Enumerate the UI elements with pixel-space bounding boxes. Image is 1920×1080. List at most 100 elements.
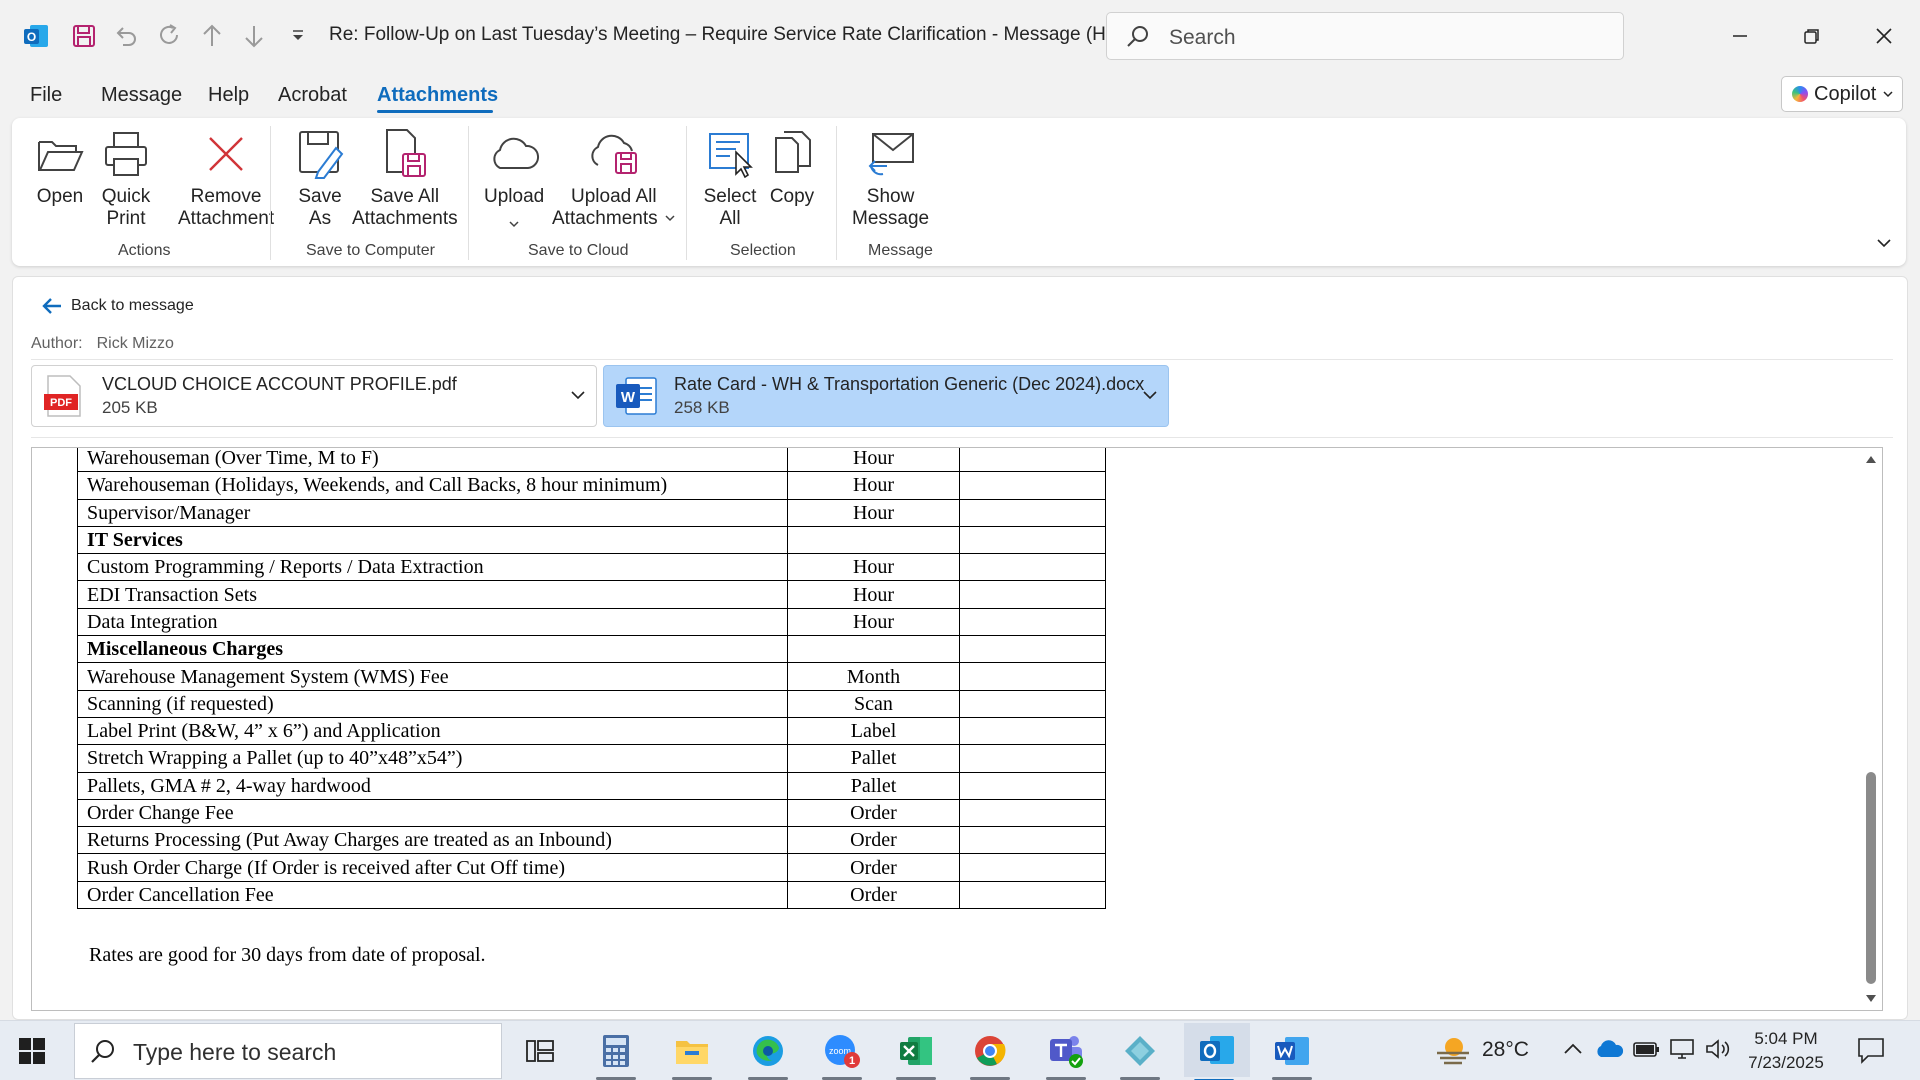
title-bar: O Re: Follow-Up on Last Tuesday’s Meetin… <box>0 0 1920 72</box>
clock-date: 7/23/2025 <box>1748 1053 1824 1072</box>
unit-cell: Order <box>787 880 960 910</box>
notifications-icon[interactable] <box>1856 1035 1886 1070</box>
group-label-save-to-computer: Save to Computer <box>306 242 435 259</box>
active-tab-indicator <box>377 110 493 113</box>
quick-print-button[interactable]: Quick Print <box>98 128 154 229</box>
scrollbar-thumb[interactable] <box>1866 772 1876 984</box>
task-view-icon[interactable] <box>510 1027 570 1075</box>
upload-all-label-2: Attachments <box>552 208 658 229</box>
edge-browser-icon[interactable] <box>738 1027 798 1080</box>
volume-speaker-icon[interactable] <box>1704 1037 1732 1066</box>
undo-icon[interactable] <box>108 18 144 54</box>
app-diamond-icon[interactable] <box>1110 1027 1170 1080</box>
restore-button[interactable] <box>1792 18 1832 54</box>
cloud-icon <box>486 128 542 180</box>
select-all-button[interactable]: Select All <box>702 128 758 228</box>
unit-cell: Hour <box>787 448 960 473</box>
unit-cell: Pallet <box>787 744 960 773</box>
calculator-app-icon[interactable] <box>586 1027 646 1080</box>
file-explorer-icon[interactable] <box>662 1027 722 1080</box>
save-as-button[interactable]: Save As <box>292 128 348 228</box>
attachment-menu-chevron-icon[interactable] <box>1142 388 1158 406</box>
excel-app-icon[interactable] <box>886 1027 946 1080</box>
close-button[interactable] <box>1864 18 1904 54</box>
service-cell: EDI Transaction Sets <box>77 580 788 609</box>
tab-file[interactable]: File <box>30 84 62 107</box>
quick-print-label-2: Print <box>106 208 146 229</box>
upload-button[interactable]: Upload <box>484 128 544 230</box>
document-preview[interactable]: Warehouseman (Over Time, M to F) Hour Ware… <box>31 447 1883 1011</box>
rate-cell <box>959 853 1106 882</box>
tab-acrobat[interactable]: Acrobat <box>278 84 347 107</box>
svg-text:PDF: PDF <box>50 397 72 409</box>
copy-button[interactable]: Copy <box>764 128 820 214</box>
scroll-down-arrow-icon[interactable] <box>1865 994 1877 1004</box>
battery-icon[interactable] <box>1632 1037 1660 1066</box>
word-app-icon[interactable] <box>1262 1027 1322 1080</box>
unit-cell: Hour <box>787 498 960 527</box>
folder-open-icon <box>32 128 88 180</box>
onedrive-cloud-icon[interactable] <box>1594 1037 1624 1066</box>
taskbar-search-input[interactable]: Type here to search <box>74 1023 502 1079</box>
system-clock[interactable]: 5:04 PM 7/23/2025 <box>1740 1027 1832 1075</box>
attachment-pdf[interactable]: PDF VCLOUD CHOICE ACCOUNT PROFILE.pdf 20… <box>31 365 597 427</box>
tab-message[interactable]: Message <box>101 84 182 107</box>
redo-icon[interactable] <box>152 18 188 54</box>
tab-help[interactable]: Help <box>208 84 249 107</box>
attachment-menu-chevron-icon[interactable] <box>570 388 586 406</box>
rate-cell <box>959 471 1106 500</box>
save-icon[interactable] <box>66 18 102 54</box>
network-icon[interactable] <box>1668 1037 1696 1066</box>
unit-cell <box>787 635 960 664</box>
tab-attachments[interactable]: Attachments <box>377 84 498 107</box>
upload-all-attachments-button[interactable]: Upload All Attachments <box>552 128 676 229</box>
table-row: EDI Transaction Sets Hour <box>77 580 1106 609</box>
weather-icon[interactable] <box>1434 1033 1472 1072</box>
copilot-button[interactable]: Copilot <box>1781 76 1903 112</box>
chrome-browser-icon[interactable] <box>960 1027 1020 1080</box>
select-all-icon <box>702 128 758 180</box>
remove-x-icon <box>198 128 254 180</box>
back-to-message-link[interactable]: Back to message <box>41 297 194 315</box>
attachment-size: 258 KB <box>674 398 730 417</box>
upload-label: Upload <box>484 186 545 207</box>
show-hidden-icons-chevron-up-icon[interactable] <box>1562 1037 1584 1066</box>
start-button[interactable] <box>18 1037 46 1070</box>
outlook-taskbar-icon[interactable] <box>1184 1023 1250 1080</box>
author-name: Rick Mizzo <box>96 335 174 352</box>
rate-cell <box>959 525 1106 555</box>
save-all-attachments-button[interactable]: Save All Attachments <box>352 128 458 228</box>
weather-temperature[interactable]: 28°C <box>1482 1038 1529 1062</box>
service-cell: Warehouseman (Holidays, Weekends, and Ca… <box>77 471 788 500</box>
copilot-icon <box>1792 86 1808 102</box>
next-item-icon[interactable] <box>236 18 272 54</box>
zoom-app-icon[interactable]: zoom 1 <box>812 1027 872 1080</box>
unit-cell: Hour <box>787 607 960 637</box>
table-row: Warehouseman (Over Time, M to F) Hour <box>77 448 1106 473</box>
rate-cell <box>959 607 1106 637</box>
search-input[interactable]: Search <box>1106 12 1624 60</box>
svg-text:1: 1 <box>849 1055 855 1067</box>
unit-cell: Month <box>787 662 960 691</box>
minimize-button[interactable] <box>1720 18 1760 54</box>
group-label-message: Message <box>868 242 933 259</box>
attachment-size: 205 KB <box>102 398 158 417</box>
rate-cell <box>959 498 1106 527</box>
vertical-scrollbar[interactable] <box>1860 448 1882 1010</box>
ribbon-separator <box>686 126 687 260</box>
scroll-up-arrow-icon[interactable] <box>1865 454 1877 464</box>
attachment-word-selected[interactable]: W Rate Card - WH & Transportation Generi… <box>603 365 1169 427</box>
open-button[interactable]: Open <box>32 128 88 214</box>
collapse-ribbon-button[interactable] <box>1876 236 1892 254</box>
show-message-button[interactable]: Show Message <box>852 128 929 228</box>
service-cell: Stretch Wrapping a Pallet (up to 40”x48”… <box>77 744 788 773</box>
chevron-down-icon <box>509 221 519 228</box>
remove-attachment-button[interactable]: Remove Attachment <box>178 128 274 228</box>
service-cell: IT Services <box>77 525 788 555</box>
teams-app-icon[interactable] <box>1036 1027 1096 1080</box>
unit-cell: Order <box>787 853 960 882</box>
previous-item-icon[interactable] <box>194 18 230 54</box>
ribbon: Open Quick Print Remove Attachment Actio… <box>12 118 1906 266</box>
search-icon <box>89 1038 117 1071</box>
customize-toolbar-icon[interactable] <box>280 18 316 54</box>
